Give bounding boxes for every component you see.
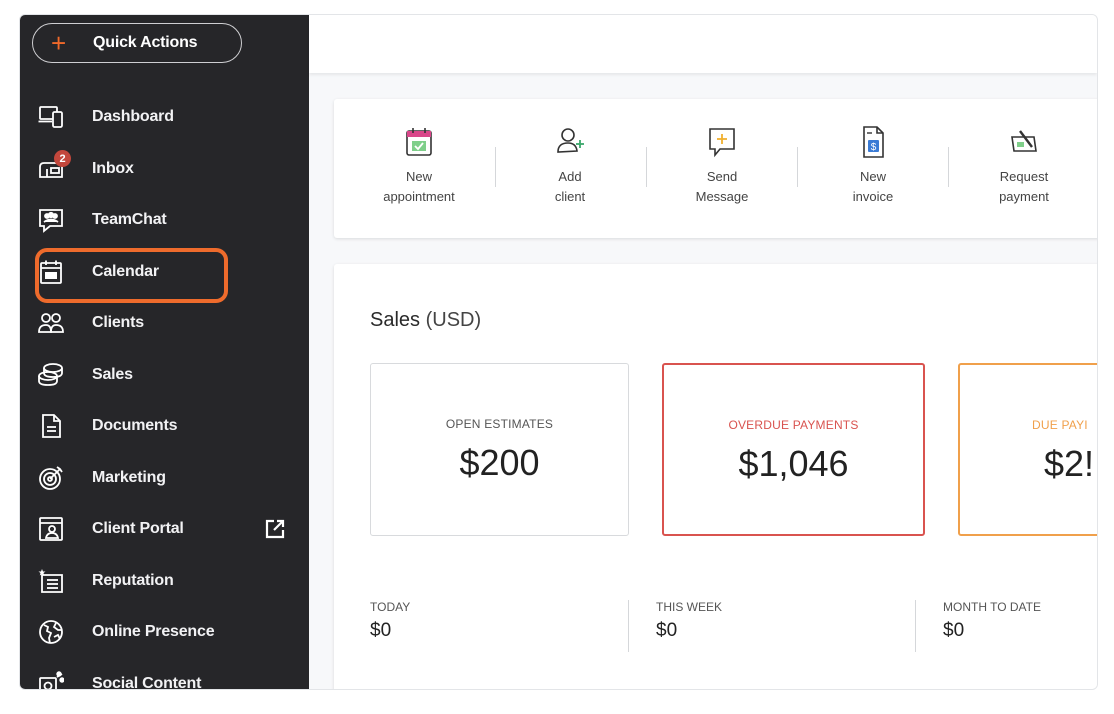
- divider: [628, 600, 629, 652]
- team-chat-icon: [38, 207, 64, 233]
- divider: [948, 147, 949, 187]
- devices-icon: [38, 104, 64, 130]
- sidebar-item-teamchat[interactable]: TeamChat: [38, 200, 288, 240]
- send-message-button[interactable]: Send Message: [667, 125, 777, 207]
- sales-currency-unit: (USD): [425, 309, 482, 331]
- portal-icon: [38, 516, 64, 542]
- sidebar-item-label: Reputation: [92, 572, 174, 589]
- action-label-line2: payment: [999, 189, 1049, 204]
- stat-value: $200: [459, 442, 540, 483]
- globe-icon: [38, 619, 64, 645]
- due-payments-box[interactable]: DUE PAYI $2!: [958, 363, 1097, 536]
- sidebar-item-calendar[interactable]: Calendar: [38, 252, 288, 292]
- open-estimates-box[interactable]: OPEN ESTIMATES $200: [370, 363, 629, 536]
- action-label-line1: New: [405, 169, 432, 184]
- action-label-line2: Message: [695, 189, 749, 204]
- sales-title: Sales (USD): [370, 309, 481, 332]
- add-client-button[interactable]: Add client: [515, 125, 625, 207]
- period-caption: MONTH TO DATE: [943, 600, 1042, 614]
- period-value: $0: [370, 620, 392, 641]
- action-label-line2: invoice: [852, 189, 894, 204]
- sidebar-item-dashboard[interactable]: Dashboard: [38, 97, 288, 137]
- message-plus-icon: [709, 128, 735, 158]
- new-appointment-button[interactable]: New appointment: [364, 125, 474, 207]
- action-label-line1: New: [859, 169, 886, 184]
- stat-caption: OPEN ESTIMATES: [445, 417, 554, 431]
- sales-icon: [38, 362, 64, 388]
- stat-value: $2!: [1044, 443, 1095, 484]
- sidebar-item-sales[interactable]: Sales: [38, 355, 288, 395]
- sidebar-item-label: Online Presence: [92, 623, 215, 640]
- sidebar: + Quick Actions Dashboard 2 Inbox TeamCh…: [20, 15, 309, 689]
- divider: [646, 147, 647, 187]
- sidebar-item-marketing[interactable]: Marketing: [38, 458, 288, 498]
- calendar-icon: [38, 259, 64, 285]
- divider: [915, 600, 916, 652]
- sidebar-item-label: TeamChat: [92, 211, 167, 228]
- new-invoice-button[interactable]: $ New invoice: [818, 125, 928, 207]
- stat-caption: DUE PAYI: [1032, 418, 1088, 432]
- document-icon: [38, 413, 64, 439]
- period-value: $0: [943, 620, 965, 641]
- sidebar-item-social-content[interactable]: Social Content: [38, 664, 288, 690]
- sidebar-item-inbox[interactable]: 2 Inbox: [38, 149, 288, 189]
- action-label-line1: Add: [558, 169, 582, 184]
- sidebar-item-label: Social Content: [92, 675, 202, 690]
- sidebar-item-client-portal[interactable]: Client Portal: [38, 509, 288, 549]
- sidebar-item-label: Client Portal: [92, 520, 184, 537]
- sidebar-item-label: Clients: [92, 314, 144, 331]
- period-this-week: THIS WEEK $0: [656, 600, 722, 642]
- stat-value: $1,046: [738, 443, 849, 484]
- divider: [495, 147, 496, 187]
- action-label-line2: client: [554, 189, 586, 204]
- target-icon: [38, 465, 64, 491]
- sidebar-item-documents[interactable]: Documents: [38, 406, 288, 446]
- svg-text:$: $: [871, 142, 877, 153]
- sidebar-item-label: Inbox: [92, 160, 134, 177]
- action-label-line2: appointment: [383, 189, 455, 204]
- quick-actions-label: Quick Actions: [93, 34, 198, 51]
- sidebar-item-label: Marketing: [92, 469, 166, 486]
- reputation-icon: [38, 568, 64, 594]
- period-caption: TODAY: [370, 600, 411, 614]
- plus-icon: +: [51, 28, 67, 58]
- quick-actions-card: New appointment Add client Send Message: [334, 99, 1097, 238]
- sidebar-item-online-presence[interactable]: Online Presence: [38, 612, 288, 652]
- sales-title-text: Sales: [370, 309, 421, 331]
- invoice-icon: $: [863, 126, 884, 158]
- sidebar-item-reputation[interactable]: Reputation: [38, 561, 288, 601]
- sidebar-item-label: Documents: [92, 417, 178, 434]
- request-payment-button[interactable]: Request payment: [969, 125, 1079, 207]
- divider: [797, 147, 798, 187]
- top-header-bar: [309, 15, 1097, 73]
- external-link-icon[interactable]: [264, 518, 286, 540]
- period-today: TODAY $0: [370, 600, 410, 642]
- period-value: $0: [656, 620, 678, 641]
- inbox-count-badge: 2: [54, 150, 71, 167]
- sidebar-item-label: Sales: [92, 366, 133, 383]
- payment-request-icon: [1011, 130, 1037, 152]
- clients-icon: [38, 310, 64, 336]
- sidebar-item-label: Calendar: [92, 263, 159, 280]
- sidebar-item-clients[interactable]: Clients: [38, 303, 288, 343]
- sales-card: Sales (USD) OPEN ESTIMATES $200 OVERDUE …: [334, 264, 1097, 689]
- app-window: + Quick Actions Dashboard 2 Inbox TeamCh…: [19, 14, 1098, 690]
- sidebar-item-label: Dashboard: [92, 108, 174, 125]
- overdue-payments-box[interactable]: OVERDUE PAYMENTS $1,046: [662, 363, 925, 536]
- social-icon: [38, 671, 64, 689]
- period-caption: THIS WEEK: [656, 600, 723, 614]
- action-label-line1: Send: [706, 169, 738, 184]
- period-month-to-date: MONTH TO DATE $0: [943, 600, 1041, 642]
- add-user-icon: [557, 128, 584, 153]
- stat-caption: OVERDUE PAYMENTS: [728, 418, 859, 432]
- calendar-check-icon: [406, 128, 432, 156]
- inbox-icon: 2: [38, 150, 71, 182]
- quick-actions-button[interactable]: + Quick Actions: [32, 23, 242, 63]
- action-label-line1: Request: [999, 169, 1049, 184]
